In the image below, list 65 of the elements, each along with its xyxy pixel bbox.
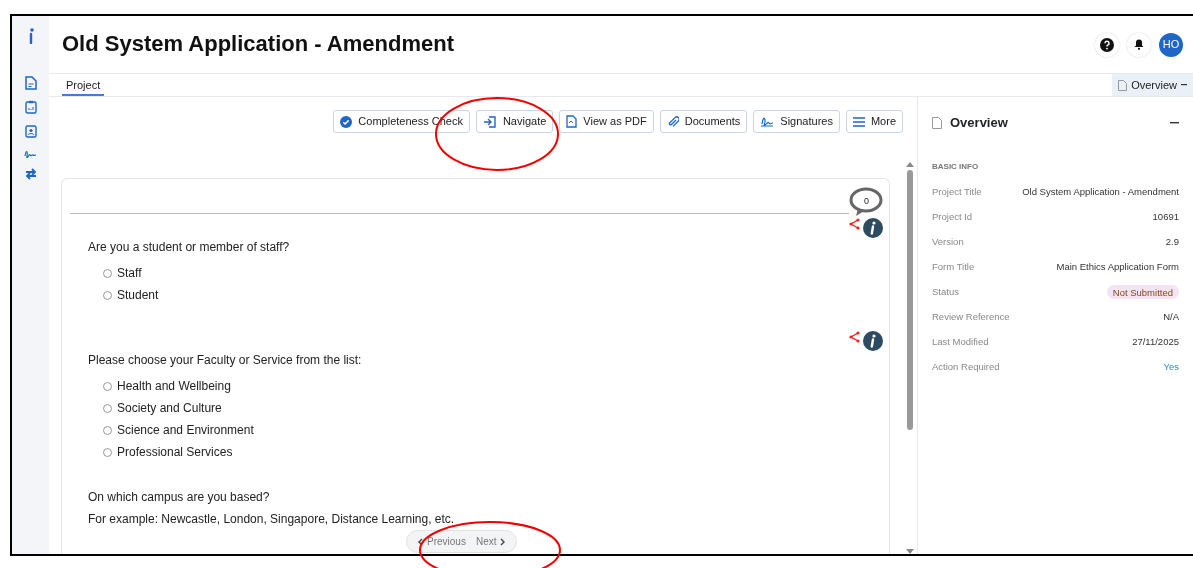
info-value: N/A — [1163, 309, 1179, 324]
info-value: 2.9 — [1165, 234, 1179, 249]
toolbar-button[interactable]: Documents — [659, 110, 748, 133]
menu-icon — [852, 116, 865, 127]
signature-icon — [760, 116, 775, 127]
info-icon[interactable] — [863, 218, 883, 238]
question-text: Please choose your Faculty or Service from the list: — [88, 352, 363, 369]
info-label: Form Title — [932, 259, 975, 274]
info-label: Action Required — [932, 359, 1000, 374]
previous-button[interactable]: Previous — [415, 534, 469, 549]
document-icon[interactable] — [24, 76, 37, 90]
panel-title: Overview — [950, 114, 1008, 132]
info-value: Old System Application - Amendment — [1022, 184, 1179, 199]
info-value: Main Ethics Application Form — [1056, 259, 1179, 274]
enter-icon — [482, 115, 497, 128]
chevron-right-icon — [500, 537, 506, 546]
radio-option[interactable]: Health and Wellbeing — [103, 377, 889, 395]
radio-option[interactable]: Staff — [103, 264, 889, 282]
overview-tab[interactable]: Overview — [1112, 74, 1193, 96]
page-title: Old System Application - Amendment — [62, 31, 454, 58]
help-icon[interactable] — [1095, 32, 1119, 57]
minimize-icon[interactable] — [1170, 121, 1179, 124]
radio-option[interactable]: Professional Services — [103, 443, 889, 461]
info-label: Last Modified — [932, 334, 989, 349]
status-badge: Not Submitted — [1106, 284, 1179, 299]
scroll-down-icon[interactable] — [905, 549, 914, 554]
chevron-left-icon — [418, 537, 423, 546]
toolbar-button[interactable]: More — [845, 110, 903, 133]
paperclip-icon — [666, 115, 679, 128]
toolbar-button[interactable]: Signatures — [753, 110, 840, 133]
question-text: On which campus are you based? — [88, 489, 271, 506]
section-heading: BASIC INFO — [932, 160, 980, 173]
clipboard-icon[interactable] — [24, 100, 37, 114]
check-circle-icon — [340, 115, 353, 128]
radio-option[interactable]: Student — [103, 286, 889, 304]
comment-count: 0 — [864, 195, 869, 208]
info-label: Project Title — [932, 184, 982, 199]
bell-icon[interactable] — [1127, 32, 1151, 57]
info-label: Status — [932, 284, 959, 299]
radio-option[interactable]: Science and Environment — [103, 421, 889, 439]
hint-text: For example: Newcastle, London, Singapore, Distance Learning, etc. — [88, 511, 456, 528]
info-value: 10691 — [1152, 209, 1179, 224]
scroll-up-icon[interactable] — [905, 162, 914, 167]
info-value: 27/11/2025 — [1132, 334, 1179, 349]
document-icon — [1118, 79, 1128, 91]
info-link[interactable]: Yes — [1163, 359, 1179, 385]
toolbar-button[interactable]: View as PDF — [559, 110, 654, 133]
info-label: Version — [932, 234, 964, 249]
document-icon — [932, 116, 942, 129]
info-label: Project Id — [932, 209, 973, 224]
question-text: Are you a student or member of staff? — [88, 239, 291, 256]
user-avatar[interactable]: HO — [1159, 32, 1183, 57]
info-label: Review Reference — [932, 309, 1010, 324]
minus-icon[interactable] — [1181, 84, 1187, 86]
file-icon — [566, 115, 578, 128]
info-icon[interactable] — [863, 331, 883, 351]
next-button[interactable]: Next — [472, 534, 509, 549]
swap-icon[interactable] — [24, 168, 37, 180]
radio-option[interactable]: Society and Culture — [103, 399, 889, 417]
tab[interactable]: Project — [62, 74, 105, 96]
scrollbar-thumb[interactable] — [906, 170, 913, 430]
signature-icon[interactable] — [24, 148, 37, 158]
id-card-icon[interactable] — [24, 124, 37, 138]
comment-bubble-icon[interactable] — [849, 187, 883, 219]
toolbar-button[interactable]: Navigate — [475, 110, 554, 133]
